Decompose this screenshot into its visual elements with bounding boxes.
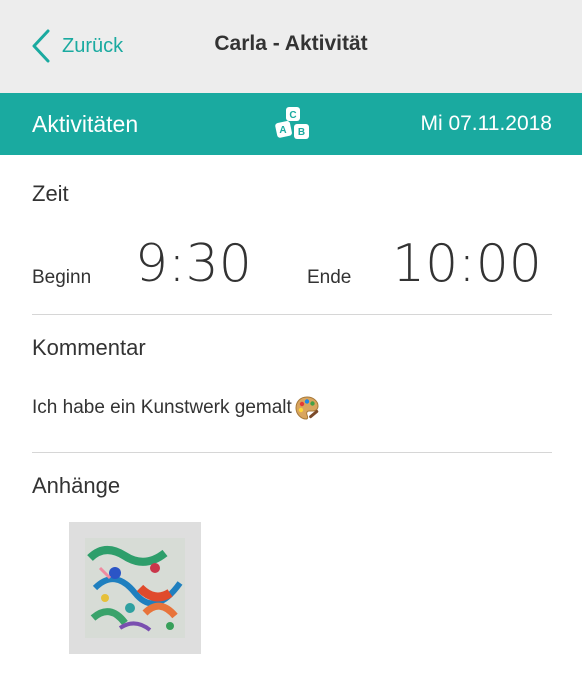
attachment-thumbnail[interactable] <box>69 522 201 654</box>
begin-time[interactable]: 9:30 <box>135 234 252 294</box>
svg-text:B: B <box>298 127 305 138</box>
divider <box>32 452 552 453</box>
artist-palette-icon <box>295 396 319 420</box>
end-label: Ende <box>307 267 352 288</box>
comment-section-label: Kommentar <box>32 335 146 360</box>
time-row: Beginn 9:30 Ende 10:00 <box>0 228 582 308</box>
top-navigation-bar: Zurück Carla - Aktivität <box>0 0 582 93</box>
svg-text:A: A <box>279 125 286 136</box>
svg-text:C: C <box>289 110 296 121</box>
comment-text: Ich habe ein Kunstwerk gemalt <box>32 397 292 418</box>
painting-image <box>85 538 185 638</box>
abc-blocks-icon: C A B <box>275 107 309 139</box>
category-label: Aktivitäten <box>32 111 139 137</box>
activity-date: Mi 07.11.2018 <box>420 112 552 135</box>
divider <box>32 314 552 315</box>
end-time[interactable]: 10:00 <box>392 234 542 294</box>
time-section-label: Zeit <box>32 181 69 206</box>
attachments-section-label: Anhänge <box>32 473 121 498</box>
comment-text-row: Ich habe ein Kunstwerk gemalt <box>32 395 320 421</box>
page-title: Carla - Aktivität <box>214 32 368 55</box>
begin-label: Beginn <box>32 267 92 288</box>
